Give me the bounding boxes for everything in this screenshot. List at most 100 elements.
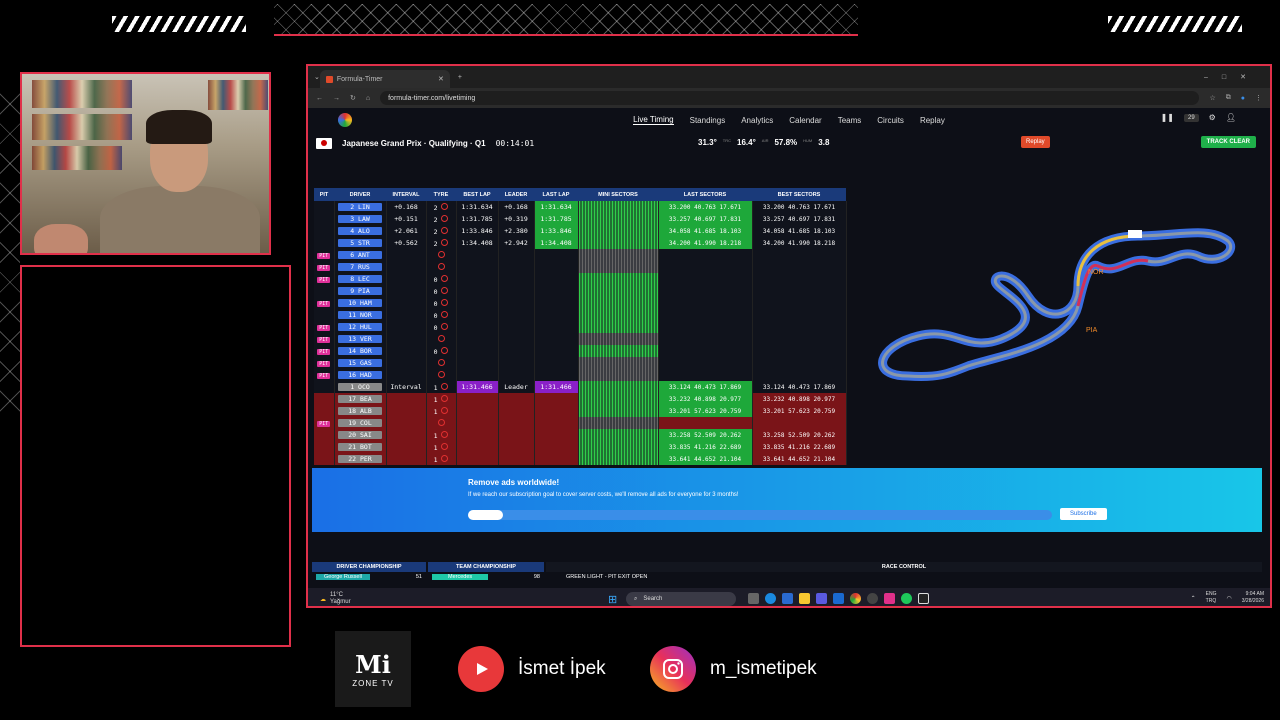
table-row[interactable]: 22 PER 1 33.641 44.652 21.104 33.641 44.65… xyxy=(314,453,847,465)
mail-icon[interactable] xyxy=(833,593,844,604)
table-row[interactable]: 17 BEA 1 33.232 40.898 20.977 33.232 40.89… xyxy=(314,393,847,405)
home-icon[interactable]: ⌂ xyxy=(366,95,370,102)
edge-icon[interactable] xyxy=(765,593,776,604)
user-icon[interactable]: 👤︎ xyxy=(1226,113,1236,122)
nav-live-timing[interactable]: Live Timing xyxy=(633,115,674,125)
table-row[interactable]: PIT 16 HAD xyxy=(314,369,847,381)
task-view-icon[interactable] xyxy=(748,593,759,604)
col-header[interactable]: PIT xyxy=(314,188,334,201)
driver-cell[interactable]: 10 HAM xyxy=(334,297,387,309)
driver-cell[interactable]: 18 ALB xyxy=(334,405,387,417)
driver-cell[interactable]: 19 COL xyxy=(334,417,387,429)
menu-icon[interactable]: ⋮ xyxy=(1255,94,1262,102)
capcut-icon[interactable] xyxy=(918,593,929,604)
site-logo-icon[interactable] xyxy=(338,113,352,127)
table-row[interactable]: 18 ALB 1 33.201 57.623 20.759 33.201 57.62… xyxy=(314,405,847,417)
col-header[interactable]: INTERVAL xyxy=(386,188,426,201)
driver-cell[interactable]: 4 ALO xyxy=(334,225,387,237)
nav-teams[interactable]: Teams xyxy=(838,116,862,125)
driver-cell[interactable]: 21 BOT xyxy=(334,441,387,453)
tray-chevron-icon[interactable]: ⌃ xyxy=(1191,595,1196,602)
app-icon[interactable] xyxy=(782,593,793,604)
table-row[interactable]: PIT 10 HAM 0 xyxy=(314,297,847,309)
col-header[interactable]: LAST SECTORS xyxy=(658,188,752,201)
reload-icon[interactable]: ↻ xyxy=(350,94,356,102)
table-row[interactable]: 5 STR +0.562 2 1:34.408 +2.942 1:34.408 34.20… xyxy=(314,237,847,249)
nav-circuits[interactable]: Circuits xyxy=(877,116,904,125)
col-header[interactable]: MINI SECTORS xyxy=(578,188,658,201)
lang-indicator[interactable]: ENG TRQ xyxy=(1206,591,1217,605)
new-tab-icon[interactable]: + xyxy=(458,74,462,81)
driver-cell[interactable]: 13 VER xyxy=(334,333,387,345)
col-header[interactable]: LEADER xyxy=(498,188,534,201)
clock[interactable]: 9:04 AM 3/28/2026 xyxy=(1242,591,1264,605)
pause-icon[interactable]: ❚❚ xyxy=(1161,113,1174,122)
explorer-icon[interactable] xyxy=(799,593,810,604)
table-row[interactable]: 20 SAI 1 33.258 52.509 20.262 33.258 52.50… xyxy=(314,429,847,441)
replay-button[interactable]: Replay xyxy=(1021,136,1050,148)
settings-icon[interactable]: ⚙ xyxy=(1209,113,1216,122)
nav-analytics[interactable]: Analytics xyxy=(741,116,773,125)
driver-cell[interactable]: 11 NOR xyxy=(334,309,387,321)
driver-cell[interactable]: 14 BOR xyxy=(334,345,387,357)
nav-calendar[interactable]: Calendar xyxy=(789,116,821,125)
table-row[interactable]: 2 LIN +0.168 2 1:31.634 +0.168 1:31.634 33.20… xyxy=(314,201,847,213)
driver-cell[interactable]: 15 GAS xyxy=(334,357,387,369)
forward-icon[interactable]: → xyxy=(333,95,340,102)
address-bar[interactable]: formula-timer.com/livetiming xyxy=(380,91,1200,105)
weather-widget[interactable]: 11°C Yağmur xyxy=(330,592,351,606)
browser-tab[interactable]: Formula-Timer ✕ xyxy=(319,70,450,88)
start-icon[interactable]: ⊞ xyxy=(608,593,617,606)
weather-widget-icon[interactable]: ☁ xyxy=(320,596,326,603)
table-row[interactable]: 9 PIA 0 xyxy=(314,285,847,297)
extensions-icon[interactable]: ⧉ xyxy=(1226,94,1231,102)
driver-cell[interactable]: 17 BEA xyxy=(334,393,387,405)
close-tab-icon[interactable]: ✕ xyxy=(438,75,444,83)
driver-cell[interactable]: 22 PER xyxy=(334,453,387,465)
driver-cell[interactable]: 9 PIA xyxy=(334,285,387,297)
driver-cell[interactable]: 7 RUS xyxy=(334,261,387,273)
store-icon[interactable] xyxy=(816,593,827,604)
chrome-icon[interactable] xyxy=(850,593,861,604)
driver-cell[interactable]: 3 LAW xyxy=(334,213,387,225)
col-header[interactable]: BEST LAP xyxy=(456,188,498,201)
table-row[interactable]: PIT 13 VER xyxy=(314,333,847,345)
table-row[interactable]: PIT 15 GAS xyxy=(314,357,847,369)
subscribe-button[interactable]: Subscribe xyxy=(1060,508,1107,520)
driver-cell[interactable]: 20 SAI xyxy=(334,429,387,441)
col-header[interactable]: DRIVER xyxy=(334,188,386,201)
driver-cell[interactable]: 12 HUL xyxy=(334,321,387,333)
table-row[interactable]: 11 NOR 0 xyxy=(314,309,847,321)
table-row[interactable]: PIT 12 HUL 0 xyxy=(314,321,847,333)
table-row[interactable]: 21 BOT 1 33.835 41.216 22.689 33.835 41.21… xyxy=(314,441,847,453)
driver-cell[interactable]: 8 LEC xyxy=(334,273,387,285)
nav-replay[interactable]: Replay xyxy=(920,116,945,125)
table-row[interactable]: 4 ALO +2.061 2 1:33.846 +2.380 1:33.846 34.05… xyxy=(314,225,847,237)
table-row[interactable]: PIT 8 LEC 0 xyxy=(314,273,847,285)
table-row[interactable]: 1 OCO Interval 1 1:31.466 Leader 1:31.466 33.… xyxy=(314,381,847,393)
col-header[interactable]: TYRE xyxy=(426,188,456,201)
whatsapp-icon[interactable] xyxy=(901,593,912,604)
driver-cell[interactable]: 1 OCO xyxy=(334,381,387,393)
table-row[interactable]: PIT 14 BOR 0 xyxy=(314,345,847,357)
col-header[interactable]: BEST SECTORS xyxy=(752,188,846,201)
instagram-app-icon[interactable] xyxy=(884,593,895,604)
bookmark-star-icon[interactable]: ☆ xyxy=(1209,94,1215,102)
back-icon[interactable]: ← xyxy=(316,95,323,102)
driver-cell[interactable]: 6 ANT xyxy=(334,249,387,261)
table-row[interactable]: PIT 7 RUS xyxy=(314,261,847,273)
profile-icon[interactable]: ● xyxy=(1241,95,1245,102)
nav-standings[interactable]: Standings xyxy=(690,116,726,125)
col-header[interactable]: LAST LAP xyxy=(534,188,578,201)
table-row[interactable]: 3 LAW +0.151 2 1:31.785 +0.319 1:31.785 33.25… xyxy=(314,213,847,225)
window-controls[interactable]: –□✕ xyxy=(1204,73,1260,81)
table-row[interactable]: PIT 19 COL xyxy=(314,417,847,429)
tab-menu-icon[interactable]: ⌄ xyxy=(314,73,320,81)
driver-cell[interactable]: 16 HAD xyxy=(334,369,387,381)
driver-cell[interactable]: 2 LIN xyxy=(334,201,387,213)
driver-cell[interactable]: 5 STR xyxy=(334,237,387,249)
taskbar-search[interactable]: ⌕ Search xyxy=(626,592,736,606)
recorder-icon[interactable] xyxy=(867,593,878,604)
wifi-icon[interactable]: ◠ xyxy=(1227,595,1232,602)
table-row[interactable]: PIT 6 ANT xyxy=(314,249,847,261)
